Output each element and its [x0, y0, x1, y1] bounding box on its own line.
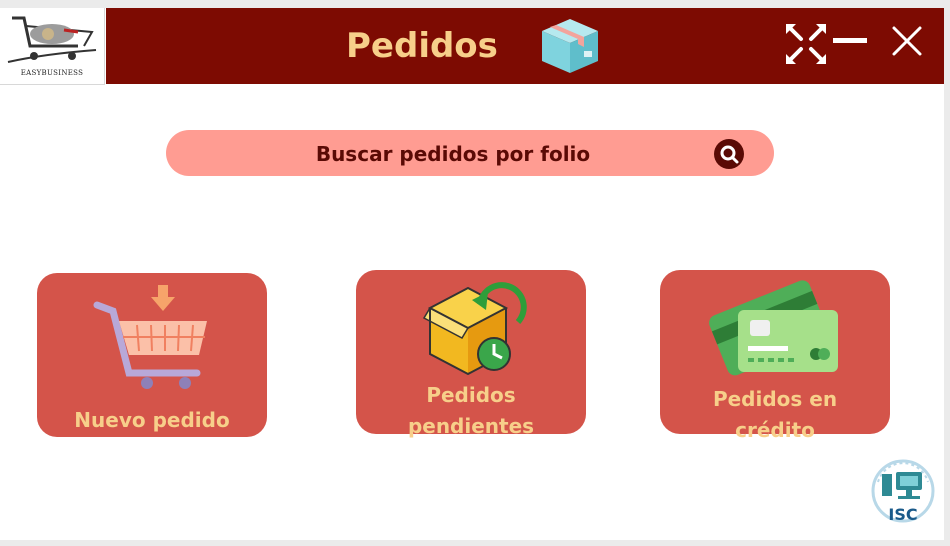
search-icon[interactable] [714, 139, 744, 169]
title-bar: Pedidos [106, 8, 944, 84]
pending-orders-label-line1: Pedidos [426, 383, 516, 407]
credit-orders-label-line1: Pedidos en [712, 387, 838, 411]
pending-orders-button[interactable]: Pedidos pendientes [356, 270, 586, 438]
search-bar [166, 130, 774, 178]
isc-logo-text: ISC [888, 505, 917, 524]
minimize-icon[interactable] [833, 38, 867, 44]
new-order-label: Nuevo pedido [74, 408, 230, 432]
package-box-icon [542, 19, 598, 73]
credit-card-icon [709, 280, 838, 376]
pending-orders-label-line2: pendientes [407, 414, 535, 438]
new-order-button[interactable]: Nuevo pedido [37, 273, 267, 437]
brand-name: EASYBUSINESS [20, 69, 84, 77]
isc-logo-icon: ISC [871, 459, 935, 524]
page-title: Pedidos [346, 26, 498, 66]
credit-orders-button[interactable]: Pedidos en crédito [660, 270, 890, 442]
credit-orders-label-line2: crédito [735, 418, 815, 442]
cart-logo-icon [7, 16, 97, 63]
search-input[interactable] [186, 130, 720, 178]
close-icon[interactable] [891, 25, 923, 57]
brand-logo: EASYBUSINESS [0, 8, 105, 85]
app-window: EASYBUSINESS Pedidos Buscar pedidos por … [0, 8, 944, 540]
shopping-cart-icon [93, 285, 207, 389]
expand-icon[interactable] [784, 22, 828, 66]
pending-box-icon [422, 282, 527, 376]
